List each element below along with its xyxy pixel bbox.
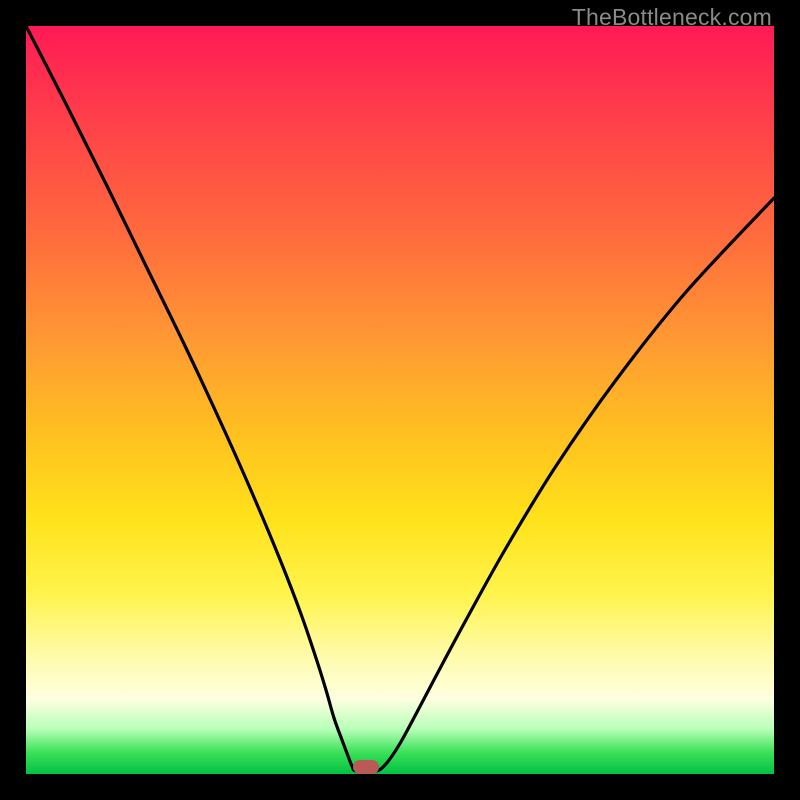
chart-frame: TheBottleneck.com [0,0,800,800]
plot-area [26,26,774,774]
bottleneck-curve [26,26,774,774]
optimum-marker [353,760,379,774]
